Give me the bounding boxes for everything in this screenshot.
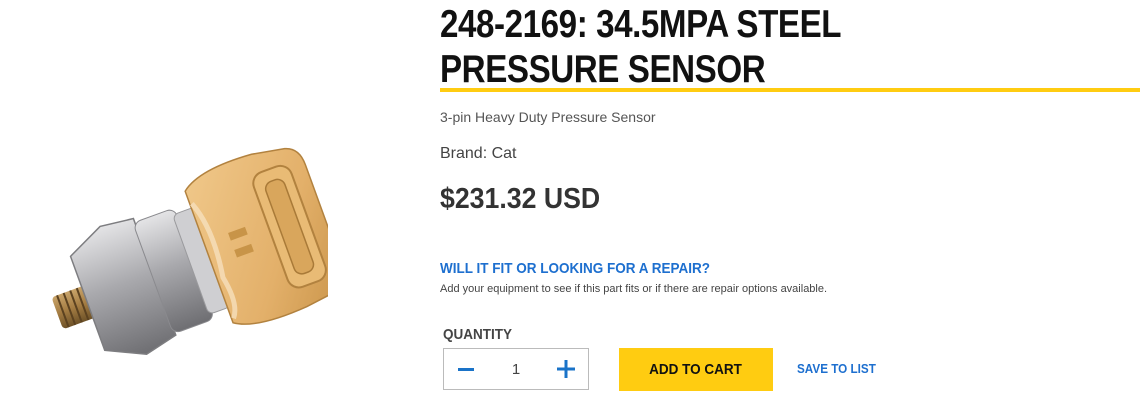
product-image <box>28 100 346 365</box>
quantity-stepper <box>443 348 589 390</box>
product-title: 248-2169: 34.5MPA STEEL PRESSURE SENSOR <box>440 3 841 91</box>
title-underline <box>440 88 1140 92</box>
save-to-list-link[interactable]: SAVE TO LIST <box>797 361 876 376</box>
add-to-cart-label: ADD TO CART <box>649 361 743 378</box>
quantity-input[interactable] <box>488 359 544 379</box>
quantity-increment-button[interactable] <box>544 349 588 389</box>
pressure-sensor-icon <box>52 147 346 356</box>
quantity-decrement-button[interactable] <box>444 349 488 389</box>
plus-icon <box>557 360 575 378</box>
product-price: $231.32 USD <box>440 183 601 215</box>
add-to-cart-button[interactable]: ADD TO CART <box>619 348 773 391</box>
minus-icon <box>458 368 474 371</box>
will-it-fit-link[interactable]: WILL IT FIT OR LOOKING FOR A REPAIR? <box>440 260 710 277</box>
product-subtitle: 3-pin Heavy Duty Pressure Sensor <box>440 109 656 125</box>
product-brand: Brand: Cat <box>440 145 517 162</box>
fit-description: Add your equipment to see if this part f… <box>440 283 828 295</box>
quantity-label: QUANTITY <box>443 326 513 343</box>
